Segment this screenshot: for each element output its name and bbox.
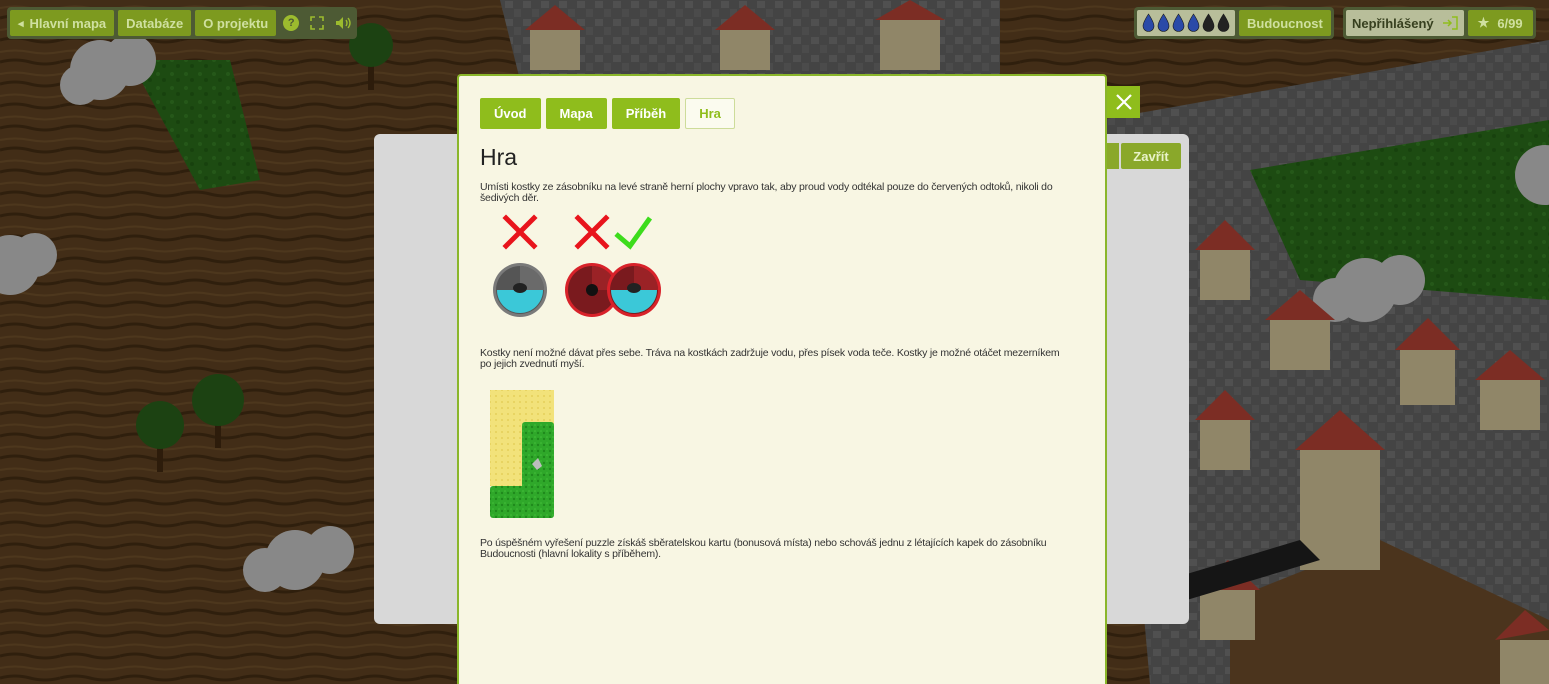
drop-filled-icon — [1142, 13, 1155, 32]
drop-filled-icon — [1172, 13, 1185, 32]
rules-paragraph: Kostky není možné dávat přes sebe. Tráva… — [480, 347, 1060, 370]
reward-paragraph: Po úspěšném vyřešení puzzle získáš sběra… — [480, 537, 1047, 560]
fullscreen-icon[interactable] — [306, 10, 328, 36]
grass-tile — [490, 486, 554, 518]
close-icon — [1115, 94, 1132, 110]
modal-close-button[interactable] — [1107, 86, 1140, 118]
future-drops-bar: Budoucnost — [1134, 7, 1334, 39]
modal-title: Hra — [480, 144, 518, 170]
tab-intro[interactable]: Úvod — [480, 98, 541, 129]
star-icon: ★ — [1477, 15, 1490, 30]
info-modal: Úvod Mapa Příběh Hra Hra Umísti kostky z… — [457, 74, 1107, 684]
modal-tabs: Úvod Mapa Příběh Hra — [480, 98, 735, 129]
help-icon[interactable]: ? — [280, 10, 302, 36]
grey-hole-water-icon — [493, 263, 547, 317]
cross-icon — [574, 214, 610, 250]
background-dialog-button — [1107, 143, 1119, 169]
drops-container — [1137, 10, 1235, 36]
about-project-button[interactable]: O projektu — [195, 10, 277, 36]
tab-map[interactable]: Mapa — [545, 98, 607, 129]
tab-game[interactable]: Hra — [685, 98, 735, 129]
login-icon — [1442, 16, 1458, 30]
user-status-label: Nepřihlášený — [1352, 15, 1434, 31]
main-map-label: Hlavní mapa — [29, 15, 107, 31]
future-button[interactable]: Budoucnost — [1239, 10, 1331, 36]
main-map-button[interactable]: ◂ Hlavní mapa — [10, 10, 115, 36]
drain-hint-figure — [493, 214, 661, 317]
drop-filled-icon — [1187, 13, 1200, 32]
main-toolbar: ◂ Hlavní mapa Databáze O projektu ? — [7, 7, 358, 39]
score-badge[interactable]: ★ 6/99 — [1467, 10, 1533, 36]
background-close-button[interactable]: Zavřít — [1121, 143, 1181, 169]
sound-icon[interactable] — [332, 10, 354, 36]
instructions-paragraph: Umísti kostky ze zásobníku na levé stran… — [480, 181, 1053, 204]
user-bar: Nepřihlášený ★ 6/99 — [1343, 7, 1536, 39]
chevron-left-icon: ◂ — [18, 17, 24, 30]
score-value: 6/99 — [1497, 15, 1523, 31]
drop-empty-icon — [1217, 13, 1230, 32]
login-button[interactable]: Nepřihlášený — [1346, 10, 1464, 36]
tile-example-figure — [490, 390, 554, 518]
tab-story[interactable]: Příběh — [611, 98, 681, 129]
database-button[interactable]: Databáze — [118, 10, 192, 36]
cross-icon — [502, 214, 538, 250]
red-hole-water-icon — [607, 263, 661, 317]
check-icon — [614, 216, 653, 250]
drop-filled-icon — [1157, 13, 1170, 32]
drop-empty-icon — [1202, 13, 1215, 32]
